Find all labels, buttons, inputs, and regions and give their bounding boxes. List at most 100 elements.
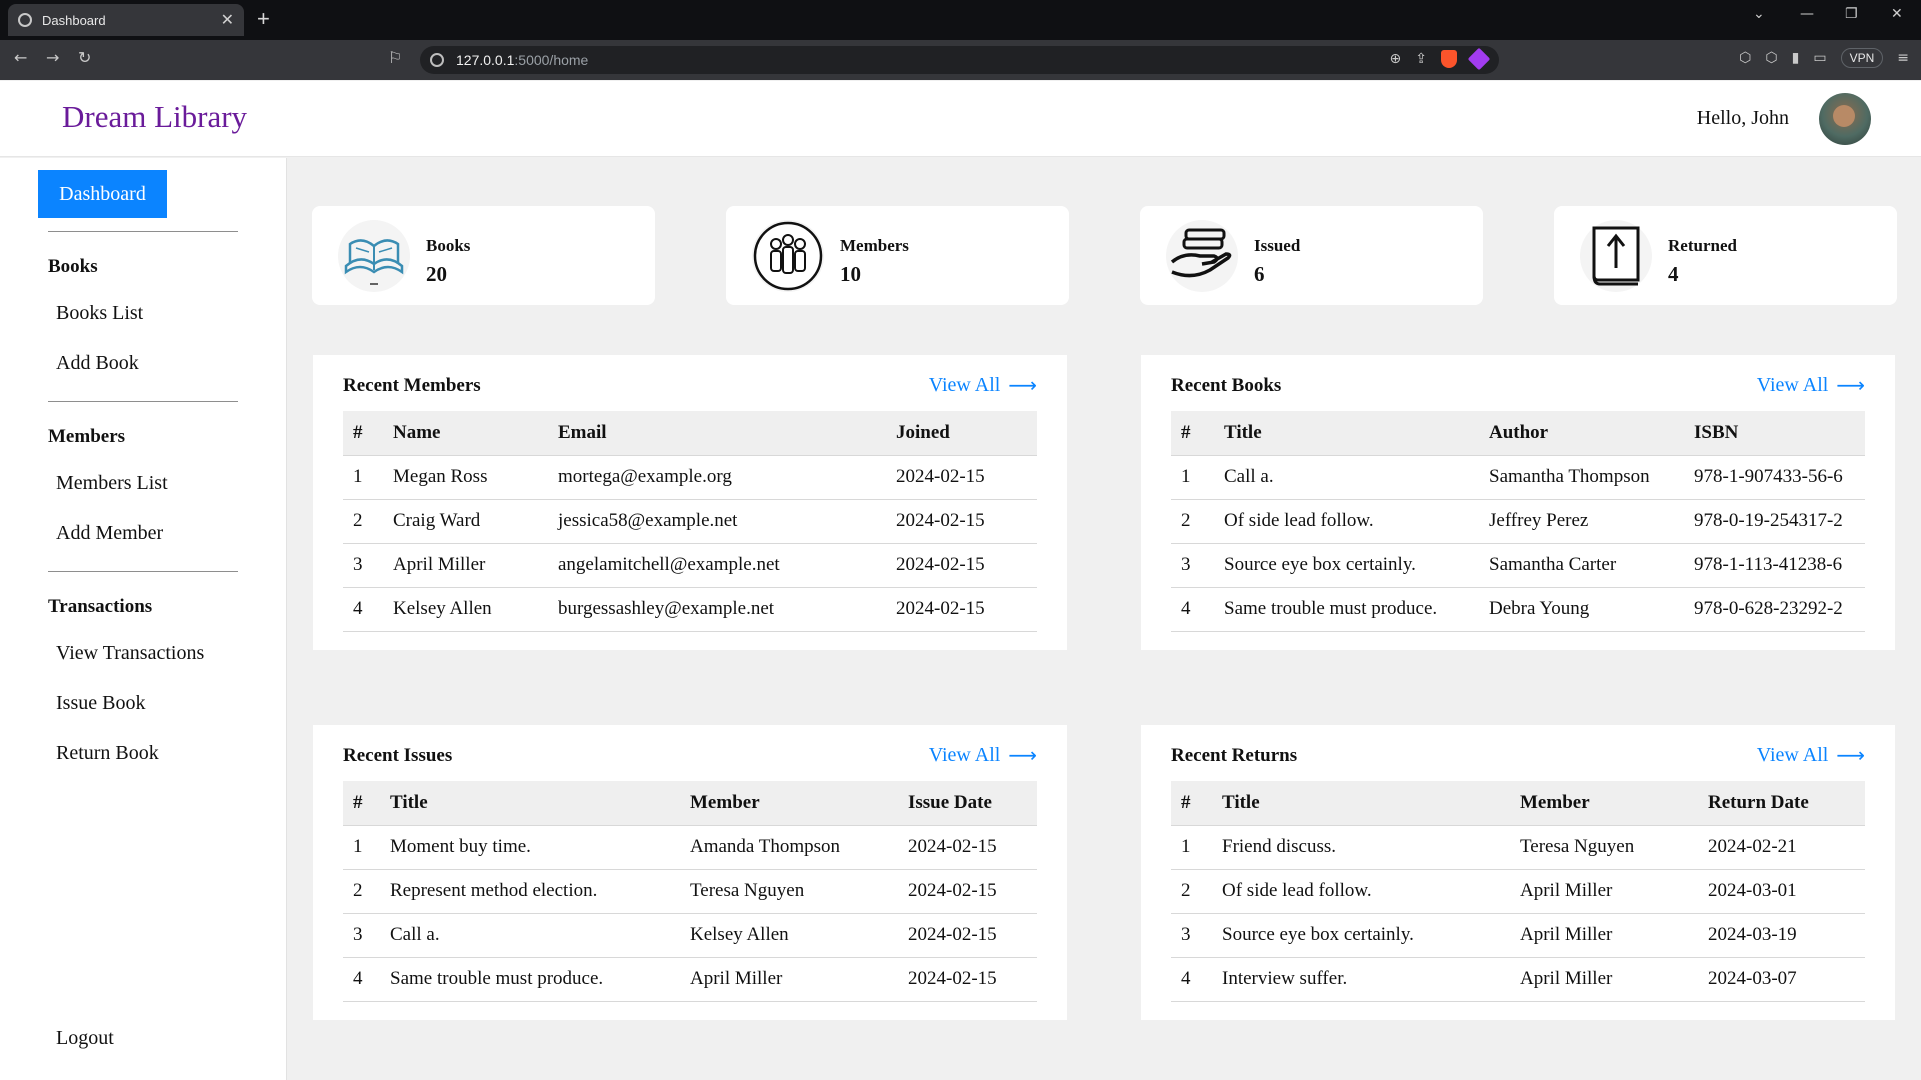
stat-value: 6: [1254, 262, 1265, 286]
table-cell: 2: [343, 869, 380, 914]
view-all-books-link[interactable]: View All ⟶: [1757, 373, 1865, 397]
sidebar-item-add-book[interactable]: Add Book: [56, 352, 139, 375]
sidebar-heading-members: Members: [48, 426, 126, 447]
brand-logo[interactable]: Dream Library: [62, 99, 247, 135]
brave-rewards-icon[interactable]: [1467, 47, 1491, 71]
table-cell: 2024-02-15: [898, 825, 1037, 870]
site-info-icon[interactable]: [430, 53, 444, 67]
panel-title: Recent Returns: [1171, 745, 1298, 766]
avatar[interactable]: [1819, 93, 1871, 145]
column-header: ISBN: [1684, 411, 1865, 456]
view-all-label: View All: [1756, 743, 1829, 766]
divider: [48, 571, 238, 572]
bookmark-icon[interactable]: ⚐: [388, 48, 402, 67]
table-row: 2 Craig Ward jessica58@example.net 2024-02-…: [343, 499, 1037, 544]
table-cell: burgessashley@example.net: [548, 587, 886, 632]
table-cell: Of side lead follow.: [1212, 869, 1510, 914]
browser-toolbar: ← → ↻ ⚐ 127.0.0.1:5000/home ⊕ ⇪ ⬡ ⬡ ▮ ▭ …: [0, 40, 1921, 80]
user-greeting: Hello, John: [1696, 107, 1789, 129]
sidebar-toggle-icon[interactable]: ▮: [1792, 50, 1800, 66]
table-cell: Kelsey Allen: [680, 913, 898, 958]
table-cell: Debra Young: [1479, 587, 1684, 632]
logout-link[interactable]: Logout: [56, 1027, 114, 1050]
horizontal-scrollbar[interactable]: [287, 1062, 1921, 1080]
stat-label: Books: [426, 236, 471, 255]
sidebar-heading-books: Books: [48, 256, 98, 277]
table-cell: April Miller: [383, 543, 548, 588]
forward-icon[interactable]: →: [46, 48, 59, 67]
table-cell: 3: [343, 913, 380, 958]
table-cell: April Miller: [1510, 957, 1698, 1002]
vpn-button[interactable]: VPN: [1840, 48, 1884, 68]
table-cell: Represent method election.: [380, 869, 680, 914]
hand-book-icon: [1166, 220, 1238, 292]
menu-icon[interactable]: ≡: [1897, 50, 1909, 66]
table-header-row: # Name Email Joined: [343, 411, 1037, 456]
table-row: 3 Call a. Kelsey Allen 2024-02-15: [343, 913, 1037, 958]
divider: [48, 401, 238, 402]
table-cell: Same trouble must produce.: [380, 957, 680, 1002]
table-cell: 4: [343, 957, 380, 1002]
column-header: Title: [1212, 781, 1510, 826]
table-cell: Friend discuss.: [1212, 825, 1510, 870]
back-icon[interactable]: ←: [14, 48, 27, 67]
sidebar-item-books-list[interactable]: Books List: [56, 302, 143, 325]
sidebar-item-return-book[interactable]: Return Book: [56, 742, 159, 765]
divider: [48, 231, 238, 232]
restore-icon[interactable]: ❐: [1845, 6, 1858, 22]
table-cell: Samantha Thompson: [1479, 455, 1684, 500]
table-header-row: # Title Author ISBN: [1171, 411, 1865, 456]
table-row: 3 Source eye box certainly. Samantha Carte…: [1171, 543, 1865, 588]
table-cell: 978-1-907433-56-6: [1684, 455, 1865, 500]
arrow-right-icon: ⟶: [1836, 743, 1865, 767]
sidebar-heading-transactions: Transactions: [48, 596, 153, 617]
sidebar: Dashboard Books Books List Add Book Memb…: [0, 158, 287, 1080]
brave-shields-icon[interactable]: [1441, 50, 1457, 68]
table-cell: 1: [343, 825, 380, 870]
sidebar-item-members-list[interactable]: Members List: [56, 472, 168, 495]
column-header: Author: [1479, 411, 1684, 456]
extension-icon[interactable]: ⬡: [1765, 50, 1777, 66]
close-window-icon[interactable]: ✕: [1891, 6, 1903, 22]
extension-icon[interactable]: ⬡: [1739, 50, 1751, 66]
view-all-label: View All: [928, 373, 1001, 396]
app-header: Dream Library Hello, John: [0, 81, 1921, 157]
recent-issues-panel: Recent Issues View All ⟶ # Title Member …: [313, 725, 1067, 1020]
recent-members-table: # Name Email Joined 1 Megan Ross mortega@e…: [343, 411, 1037, 632]
sidebar-item-issue-book[interactable]: Issue Book: [56, 692, 145, 715]
view-all-members-link[interactable]: View All ⟶: [929, 373, 1037, 397]
recent-books-table: # Title Author ISBN 1 Call a. Samantha Tho…: [1171, 411, 1865, 632]
address-bar[interactable]: 127.0.0.1:5000/home ⊕ ⇪: [420, 46, 1499, 74]
sidebar-item-view-transactions[interactable]: View Transactions: [56, 642, 204, 665]
table-row: 2 Of side lead follow. April Miller 2024-03…: [1171, 869, 1865, 914]
tab-search-chevron-icon[interactable]: ⌄: [1753, 6, 1765, 22]
column-header: Title: [380, 781, 680, 826]
sidebar-item-add-member[interactable]: Add Member: [56, 522, 163, 545]
tab-close-icon[interactable]: ✕: [221, 10, 234, 30]
globe-icon: [18, 13, 32, 27]
new-tab-button[interactable]: +: [257, 6, 270, 32]
stat-card-returned: Returned 4: [1554, 206, 1897, 305]
arrow-right-icon: ⟶: [1008, 373, 1037, 397]
table-cell: 2024-03-19: [1698, 913, 1865, 958]
members-group-icon: [752, 220, 824, 292]
minimize-icon[interactable]: —: [1800, 6, 1814, 22]
view-all-returns-link[interactable]: View All ⟶: [1757, 743, 1865, 767]
table-cell: 3: [1171, 543, 1214, 588]
wallet-icon[interactable]: ▭: [1813, 50, 1826, 66]
column-header: #: [343, 411, 383, 456]
table-cell: Amanda Thompson: [680, 825, 898, 870]
table-cell: Teresa Nguyen: [680, 869, 898, 914]
browser-tab[interactable]: Dashboard ✕: [8, 4, 244, 36]
table-row: 2 Of side lead follow. Jeffrey Perez 978-0-…: [1171, 499, 1865, 544]
reload-icon[interactable]: ↻: [78, 48, 91, 67]
table-cell: 978-0-19-254317-2: [1684, 499, 1865, 544]
sidebar-item-dashboard[interactable]: Dashboard: [38, 170, 167, 218]
table-row: 4 Same trouble must produce. Debra Young 97…: [1171, 587, 1865, 632]
share-icon[interactable]: ⇪: [1415, 51, 1427, 67]
zoom-icon[interactable]: ⊕: [1390, 51, 1402, 67]
table-cell: Jeffrey Perez: [1479, 499, 1684, 544]
extensions-area: ⬡ ⬡ ▮ ▭ VPN ≡: [1739, 48, 1909, 68]
view-all-issues-link[interactable]: View All ⟶: [929, 743, 1037, 767]
table-cell: April Miller: [1510, 913, 1698, 958]
